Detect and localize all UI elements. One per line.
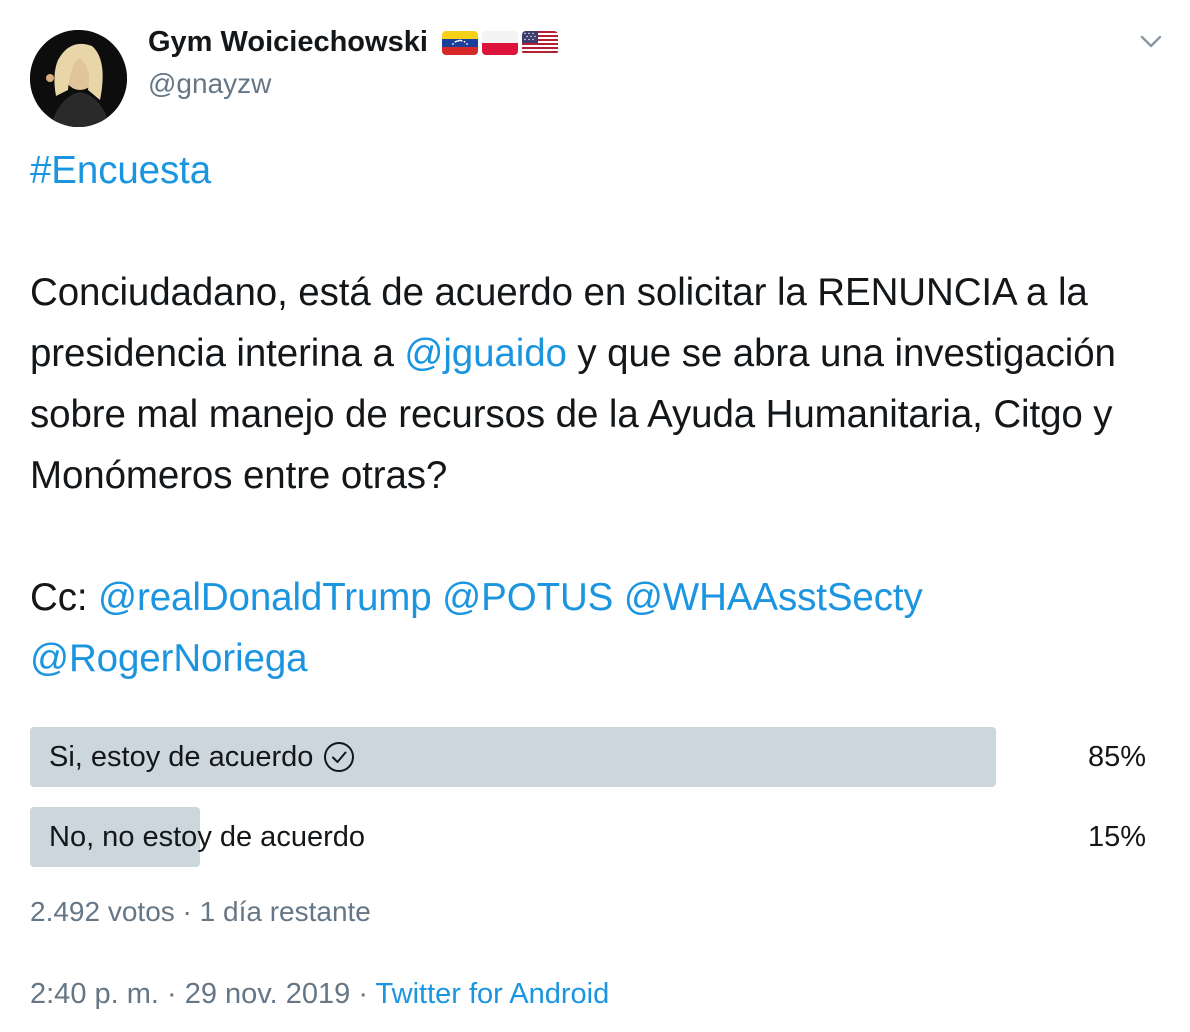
poll-option-label: No, no estoy de acuerdo <box>49 820 365 853</box>
chevron-down-icon[interactable] <box>1138 30 1164 52</box>
poll-votes-info: 2.492 votos · 1 día restante <box>30 896 371 927</box>
tweet-timestamp[interactable]: 2:40 p. m. · 29 nov. 2019 · <box>30 978 376 1010</box>
poll-option: Si, estoy de acuerdo 85% <box>30 727 1146 787</box>
mention-realdonaldtrump[interactable]: @realDonaldTrump <box>98 576 432 619</box>
poll-option-percent: 15% <box>1087 820 1146 853</box>
venezuela-flag-icon <box>441 30 478 55</box>
tweet-cc: Cc: @realDonaldTrump @POTUS @WHAAsstSect… <box>30 567 1165 689</box>
tweet-body: Conciudadano, está de acuerdo en solicit… <box>30 262 1165 506</box>
flags <box>441 30 558 55</box>
poll-option: No, no estoy de acuerdo 15% <box>30 807 1146 867</box>
tweet-source-link[interactable]: Twitter for Android <box>376 978 610 1010</box>
display-name[interactable]: Gym Woiciechowski <box>148 26 428 59</box>
user-handle[interactable]: @gnayzw <box>148 68 271 100</box>
tweet-timestamp-row: 2:40 p. m. · 29 nov. 2019 · Twitter for … <box>30 978 609 1011</box>
mention-potus[interactable]: @POTUS <box>442 576 613 619</box>
avatar[interactable] <box>30 30 127 127</box>
mention-whaasstsecty[interactable]: @WHAAsstSecty <box>624 576 923 619</box>
mention-rogernoriega[interactable]: @RogerNoriega <box>30 637 308 680</box>
poll-option-label: Si, estoy de acuerdo <box>49 740 314 773</box>
check-circle-icon <box>324 742 355 772</box>
poland-flag-icon <box>481 30 518 55</box>
cc-label: Cc: <box>30 576 99 619</box>
hashtag-link[interactable]: #Encuesta <box>30 149 211 192</box>
display-name-row[interactable]: Gym Woiciechowski <box>148 26 558 59</box>
tweet-text: #Encuesta Conciudadano, está de acuerdo … <box>30 140 1165 689</box>
usa-flag-icon <box>521 30 558 55</box>
mention-jguaido[interactable]: @jguaido <box>404 332 567 375</box>
poll-option-percent: 85% <box>1087 740 1146 773</box>
